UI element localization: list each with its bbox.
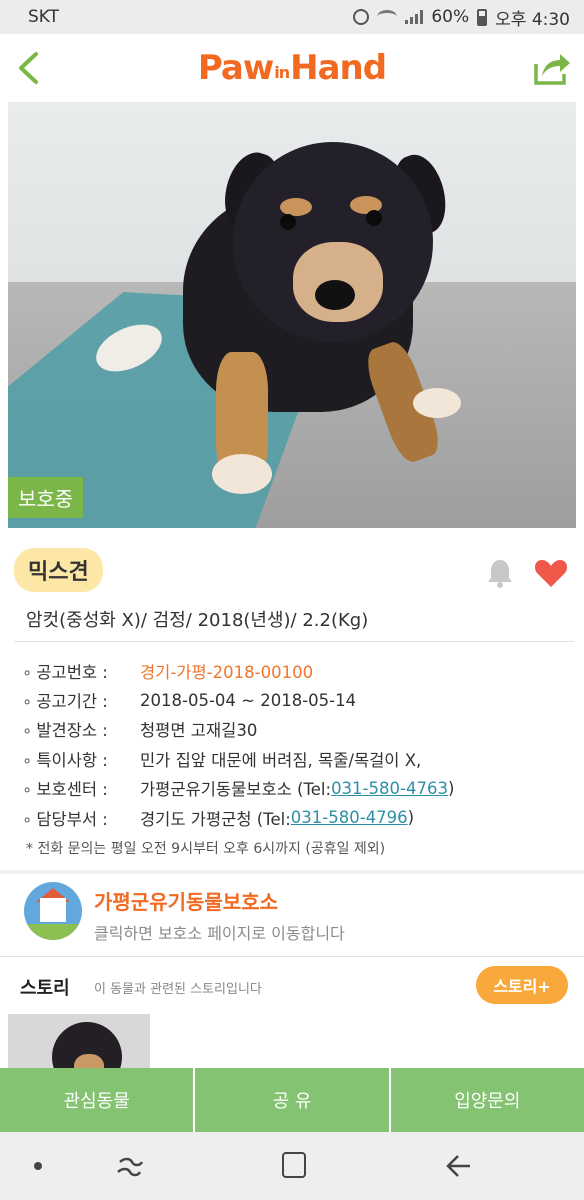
app-logo: Paw in Hand: [197, 48, 387, 88]
animal-summary: 암컷(중성화 X)/ 검정/ 2018(년생)/ 2.2(Kg): [26, 610, 369, 631]
battery-icon: [477, 8, 488, 26]
puppy-paw: [413, 388, 461, 418]
story-add-button[interactable]: 스토리+: [476, 966, 568, 1004]
divider: [0, 956, 584, 957]
system-nav-bar: [0, 1132, 584, 1200]
adoption-inquiry-button[interactable]: 입양문의: [390, 1068, 584, 1132]
shelter-house-icon: [24, 882, 82, 940]
home-icon[interactable]: [282, 1152, 306, 1178]
logo-in: in: [274, 63, 290, 82]
nav-dot-icon[interactable]: [34, 1162, 42, 1170]
logo-paw: Paw: [197, 48, 274, 88]
detail-found-place: 발견장소 : 청평면 고재길30: [22, 715, 578, 744]
app-header: Paw in Hand: [0, 34, 584, 102]
carrier-label: SKT: [28, 7, 60, 27]
protection-status-badge: 보호중: [8, 477, 84, 518]
phone-hours-note: * 전화 문의는 평일 오전 9시부터 오후 6시까지 (공휴일 제외): [26, 841, 386, 857]
house-icon-grass: [24, 924, 82, 940]
detail-label: 담당부서 :: [22, 806, 140, 830]
detail-value: 경기도 가평군청 (Tel:: [140, 809, 291, 829]
share-icon: [534, 54, 570, 85]
notice-details: 공고번호 : 경기-가평-2018-00100 공고기간 : 2018-05-0…: [22, 656, 578, 832]
detail-notice-number: 공고번호 : 경기-가평-2018-00100: [22, 656, 578, 685]
detail-value: 경기-가평-2018-00100: [140, 662, 314, 682]
detail-department: 담당부서 : 경기도 가평군청 (Tel: 031-580-4796 ): [22, 803, 578, 832]
share-button[interactable]: [528, 46, 576, 90]
recent-apps-icon[interactable]: [116, 1152, 144, 1180]
puppy-paw: [212, 454, 272, 494]
shelter-name: 가평군유기동물보호소: [94, 890, 278, 914]
logo-hand: Hand: [290, 48, 387, 88]
status-bar: SKT 60% 오후 4:30: [0, 0, 584, 34]
detail-value: 가평군유기동물보호소 (Tel:: [140, 780, 332, 800]
detail-label: 보호센터 :: [22, 776, 140, 800]
department-phone-link[interactable]: 031-580-4796: [291, 808, 408, 827]
back-nav-icon[interactable]: [444, 1152, 472, 1180]
heart-icon[interactable]: [534, 558, 568, 588]
detail-label: 공고번호 :: [22, 659, 140, 683]
detail-value: 2018-05-04 ~ 2018-05-14: [140, 690, 357, 710]
detail-suffix: ): [447, 778, 455, 798]
back-button[interactable]: [8, 48, 48, 88]
house-icon-wall: [40, 898, 66, 922]
share-action-button[interactable]: 공 유: [195, 1068, 389, 1132]
battery-percent: 60%: [431, 7, 470, 27]
shelter-hint: 클릭하면 보호소 페이지로 이동합니다: [94, 924, 345, 943]
animal-photo: 보호중: [8, 102, 576, 528]
detail-value: 청평면 고재길30: [140, 721, 258, 741]
detail-suffix: ): [407, 808, 415, 828]
detail-label: 발견장소 :: [22, 717, 140, 741]
breed-row: 믹스견: [14, 548, 574, 592]
alarm-icon: [353, 9, 370, 25]
puppy-eye: [280, 214, 296, 230]
puppy-eye: [366, 210, 382, 226]
story-title: 스토리: [20, 978, 70, 999]
puppy-brow: [280, 198, 312, 216]
chevron-left-icon: [19, 52, 38, 84]
shelter-phone-link[interactable]: 031-580-4763: [331, 779, 448, 798]
detail-notice-period: 공고기간 : 2018-05-04 ~ 2018-05-14: [22, 685, 578, 714]
bottom-action-bar: 관심동물 공 유 입양문의: [0, 1068, 584, 1132]
bell-icon[interactable]: [486, 558, 514, 588]
favorite-animal-button[interactable]: 관심동물: [0, 1068, 194, 1132]
detail-remarks: 특이사항 : 민가 집앞 대문에 버려짐, 목줄/목걸이 X,: [22, 744, 578, 773]
clock: 오후 4:30: [495, 9, 570, 30]
detail-label: 특이사항 :: [22, 747, 140, 771]
detail-shelter: 보호센터 : 가평군유기동물보호소 (Tel: 031-580-4763 ): [22, 774, 578, 803]
shelter-card[interactable]: 가평군유기동물보호소 클릭하면 보호소 페이지로 이동합니다: [0, 874, 584, 954]
divider: [14, 641, 574, 642]
puppy-nose: [315, 280, 355, 310]
story-subtitle: 이 동물과 관련된 스토리입니다: [94, 982, 262, 997]
signal-icon: [405, 10, 424, 24]
breed-label: 믹스견: [14, 548, 103, 592]
detail-label: 공고기간 :: [22, 688, 140, 712]
wifi-icon: [377, 10, 398, 24]
detail-value: 민가 집앞 대문에 버려짐, 목줄/목걸이 X,: [140, 750, 422, 770]
status-indicators: 60% 오후 4:30: [353, 5, 570, 30]
